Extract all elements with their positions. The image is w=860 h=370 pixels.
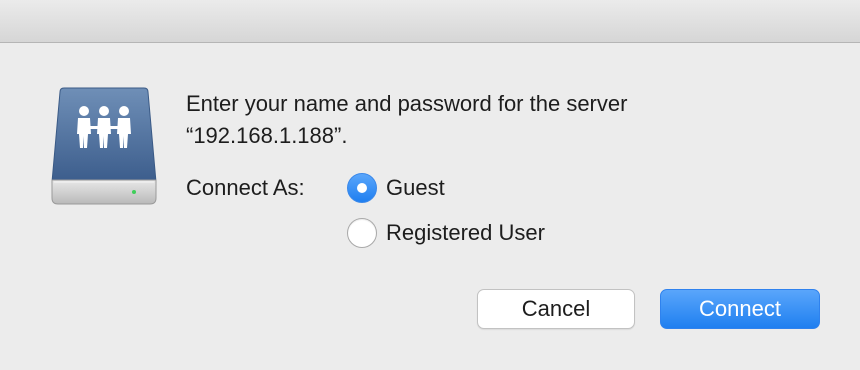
shared-server-icon <box>50 86 158 206</box>
dialog-message: Enter your name and password for the ser… <box>186 88 627 152</box>
message-line-1: Enter your name and password for the ser… <box>186 91 628 116</box>
radio-option-registered-user[interactable]: Registered User <box>347 217 545 249</box>
radio-button-guest[interactable] <box>347 173 377 203</box>
connect-dialog: Enter your name and password for the ser… <box>0 0 860 370</box>
radio-button-registered-user[interactable] <box>347 218 377 248</box>
radio-option-guest[interactable]: Guest <box>347 172 445 204</box>
radio-label-registered-user[interactable]: Registered User <box>386 219 545 247</box>
connect-button[interactable]: Connect <box>660 289 820 329</box>
radio-label-guest[interactable]: Guest <box>386 174 445 202</box>
message-line-2: “192.168.1.188”. <box>186 123 348 148</box>
connect-as-label: Connect As: <box>186 175 305 200</box>
cancel-button[interactable]: Cancel <box>477 289 635 329</box>
title-bar[interactable] <box>0 0 860 43</box>
